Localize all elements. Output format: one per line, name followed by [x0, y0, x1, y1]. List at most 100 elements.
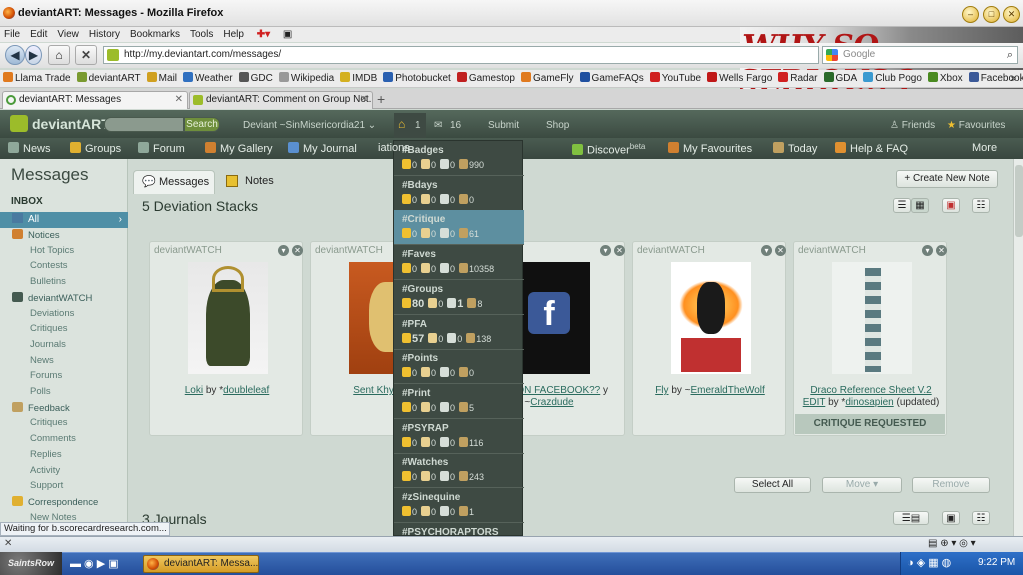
group-menu-item[interactable]: #Faves 0 0 0 10358	[394, 245, 524, 281]
friends-link[interactable]: ♙ Friends	[890, 120, 935, 131]
da-logo[interactable]: deviantART	[10, 115, 110, 132]
page-scrollbar[interactable]	[1013, 159, 1023, 536]
bookmark-item[interactable]: GDC	[238, 70, 273, 87]
bookmark-item[interactable]: Wikipedia	[278, 70, 334, 87]
card-menu-icon[interactable]: ▾	[922, 245, 933, 256]
tab-notes[interactable]: Notes	[220, 170, 290, 194]
menu-help[interactable]: Help	[223, 27, 244, 42]
group-menu-item[interactable]: #Groups 80 0 1 8	[394, 280, 524, 315]
new-tab-button[interactable]: +	[377, 91, 385, 107]
da-nav-more[interactable]: More	[972, 142, 997, 154]
da-nav-discover[interactable]: Discoverbeta	[572, 142, 645, 157]
bookmark-item[interactable]: YouTube	[649, 70, 701, 87]
scrollbar-thumb[interactable]	[1015, 165, 1023, 237]
da-nav-groups[interactable]: Groups	[70, 142, 121, 155]
magnifier-icon[interactable]: ⌕	[1007, 47, 1013, 63]
card-menu-icon[interactable]: ▾	[600, 245, 611, 256]
create-note-button[interactable]: + Create New Note	[896, 170, 998, 188]
list-view-button[interactable]: ☰	[893, 198, 911, 213]
bookmark-item[interactable]: Gamestop	[456, 70, 515, 87]
tab-messages[interactable]: deviantART: Messages ✕	[2, 91, 188, 109]
sidebar-item-support[interactable]: Support	[30, 480, 63, 492]
journals-sort-button[interactable]: ☷	[972, 511, 990, 525]
sidebar-item-critiques[interactable]: Critiques	[30, 417, 68, 429]
bookmark-item[interactable]: Radar	[778, 70, 818, 87]
author-link[interactable]: EmeraldTheWolf	[691, 385, 765, 396]
tab-messages-inner[interactable]: 💬 Messages	[133, 170, 215, 194]
close-tab-icon[interactable]: ✕	[360, 92, 368, 108]
deviation-title-link[interactable]: Loki	[185, 385, 203, 396]
deviation-thumbnail[interactable]	[188, 262, 268, 374]
journals-stack-button[interactable]: ▣	[942, 511, 960, 525]
da-search-button[interactable]: Search	[184, 117, 220, 132]
bookmark-item[interactable]: Xbox	[927, 70, 963, 87]
sidebar-item-deviations[interactable]: Deviations	[30, 308, 74, 320]
deviation-title-link[interactable]: Fly	[655, 385, 668, 396]
favourites-link[interactable]: ★ Favourites	[947, 120, 1005, 131]
da-nav-my-favourites[interactable]: My Favourites	[668, 142, 752, 155]
group-menu-item[interactable]: #PFA 57 0 0 138	[394, 315, 524, 350]
da-nav-help-faq[interactable]: Help & FAQ	[835, 142, 908, 155]
screen-capture-icon[interactable]: ▣	[283, 27, 292, 42]
sidebar-item-forums[interactable]: Forums	[30, 370, 62, 382]
sidebar-item-hot-topics[interactable]: Hot Topics	[30, 245, 74, 257]
card-close-icon[interactable]: ✕	[614, 245, 625, 256]
author-link[interactable]: dinosapien	[845, 397, 893, 408]
sidebar-item-all[interactable]: All ›	[0, 212, 128, 228]
maximize-button[interactable]: □	[983, 6, 1000, 23]
da-search-input[interactable]	[104, 117, 184, 132]
author-link[interactable]: Crazdude	[530, 397, 573, 408]
sidebar-item-bulletins[interactable]: Bulletins	[30, 276, 66, 288]
addon-icons[interactable]: ▤ ⊕ ▾ ◎ ▾	[928, 538, 976, 549]
menu-bookmarks[interactable]: Bookmarks	[130, 27, 180, 42]
group-menu-item[interactable]: #Print 0 0 0 5	[394, 384, 524, 419]
remove-button[interactable]: Remove	[912, 477, 990, 493]
menu-tools[interactable]: Tools	[190, 27, 213, 42]
bookmark-item[interactable]: GDA	[823, 70, 857, 87]
card-menu-icon[interactable]: ▾	[761, 245, 772, 256]
sidebar-item-comments[interactable]: Comments	[30, 433, 76, 445]
da-nav-news[interactable]: News	[8, 142, 51, 155]
bookmark-item[interactable]: GameFly	[520, 70, 574, 87]
close-window-button[interactable]: ✕	[1003, 6, 1020, 23]
bookmark-item[interactable]: deviantART	[76, 70, 141, 87]
bookmarks-overflow-icon[interactable]: »	[1010, 70, 1016, 87]
sidebar-item-feedback[interactable]: Feedback	[12, 401, 70, 415]
sidebar-item-activity[interactable]: Activity	[30, 465, 60, 477]
bookmark-item[interactable]: Wells Fargo	[707, 70, 772, 87]
da-nav-my-gallery[interactable]: My Gallery	[205, 142, 273, 155]
sidebar-item-polls[interactable]: Polls	[30, 386, 51, 398]
bookmark-item[interactable]: Photobucket	[383, 70, 451, 87]
card-menu-icon[interactable]: ▾	[278, 245, 289, 256]
address-bar[interactable]: http://my.deviantart.com/messages/	[103, 46, 819, 64]
menu-view[interactable]: View	[57, 27, 79, 42]
group-menu-item[interactable]: #Points 0 0 0 0	[394, 349, 524, 385]
stop-button[interactable]: ✕	[75, 45, 97, 65]
bookmark-item[interactable]: Mail	[146, 70, 177, 87]
bookmark-item[interactable]: Llama Trade	[3, 70, 71, 87]
deviation-card[interactable]: deviantWATCH ▾ ✕ Draco Reference Sheet V.2 …	[793, 241, 947, 436]
deviation-thumbnail[interactable]	[671, 262, 751, 374]
menu-edit[interactable]: Edit	[30, 27, 47, 42]
sidebar-item-news[interactable]: News	[30, 355, 54, 367]
sidebar-item-contests[interactable]: Contests	[30, 260, 68, 272]
bookmark-item[interactable]: GameFAQs	[579, 70, 644, 87]
home-button[interactable]: ⌂	[48, 45, 70, 65]
start-button[interactable]: SaintsRow	[0, 552, 62, 575]
da-nav-today[interactable]: Today	[773, 142, 817, 155]
bookmark-item[interactable]: Club Pogo	[863, 70, 922, 87]
da-nav-iations[interactable]: iations	[378, 142, 410, 154]
select-all-button[interactable]: Select All	[734, 477, 811, 493]
sort-button[interactable]: ☷	[972, 198, 990, 213]
bookmark-item[interactable]: IMDB	[340, 70, 377, 87]
group-menu-item[interactable]: #PSYRAP 0 0 0 116	[394, 419, 524, 454]
sidebar-item-notices[interactable]: Notices	[12, 229, 60, 242]
da-nav-my-journal[interactable]: My Journal	[288, 142, 357, 155]
menu-history[interactable]: History	[89, 27, 120, 42]
quick-launch-icons[interactable]: ▬ ◉ ▶ ▣	[70, 557, 119, 570]
submit-link[interactable]: Submit	[488, 120, 519, 131]
stack-view-button[interactable]: ▣	[942, 198, 960, 213]
deviation-card[interactable]: deviantWATCH ▾ ✕ Loki by *doubleleaf	[149, 241, 303, 436]
move-button[interactable]: Move ▾	[822, 477, 902, 493]
menu-file[interactable]: File	[4, 27, 20, 42]
